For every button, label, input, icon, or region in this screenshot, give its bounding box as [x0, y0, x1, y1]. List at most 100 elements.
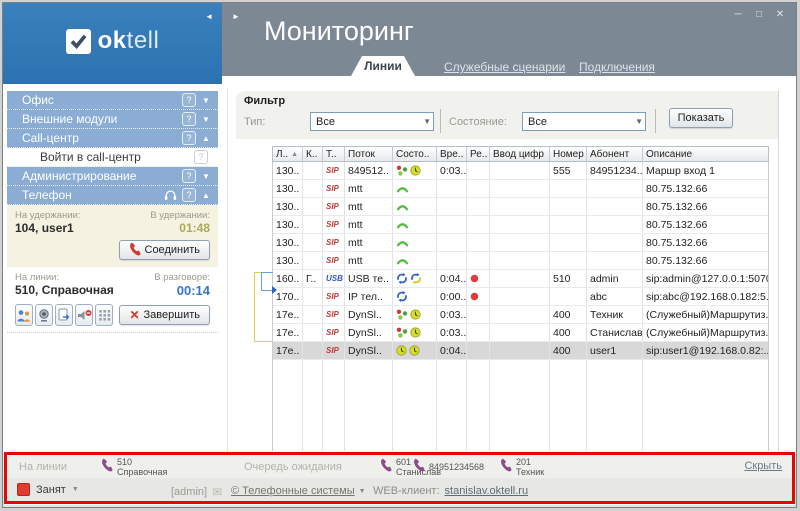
- chevron-down-icon: ▼: [72, 486, 79, 493]
- line-entry[interactable]: 510Справочная: [101, 458, 167, 478]
- help-icon[interactable]: ?: [182, 93, 196, 107]
- column-header[interactable]: К..: [303, 147, 323, 161]
- table-cell: [303, 216, 323, 233]
- type-select[interactable]: Все▼: [310, 112, 434, 131]
- table-cell: 130..: [273, 234, 303, 251]
- envelope-icon[interactable]: ✉: [212, 485, 222, 499]
- connect-button[interactable]: Соединить: [119, 240, 211, 260]
- table-cell: [490, 324, 550, 341]
- sip-badge: SIP: [326, 220, 339, 229]
- table-cell: Г..: [303, 270, 323, 287]
- tab-connections[interactable]: Подключения: [579, 60, 655, 74]
- mute-button[interactable]: [75, 304, 93, 326]
- conference-button[interactable]: [15, 304, 33, 326]
- table-row[interactable]: 17e..SIPDynSl..0:03..400Техник(Служебный…: [273, 306, 768, 324]
- state-select[interactable]: Все▼: [522, 112, 646, 131]
- sidebar-item[interactable]: Офис?▼: [7, 91, 218, 110]
- column-header[interactable]: Поток: [345, 147, 393, 161]
- end-call-button[interactable]: ✕ Завершить: [119, 305, 210, 325]
- queue-entry[interactable]: 84951234568: [413, 458, 484, 477]
- line-type-cell: SIP: [323, 234, 345, 251]
- table-cell: [303, 288, 323, 305]
- table-row[interactable]: 130..SIPmtt80.75.132.66: [273, 216, 768, 234]
- close-button[interactable]: ✕: [772, 8, 788, 22]
- table-cell: [303, 306, 323, 323]
- record-cell: [467, 162, 490, 179]
- column-header[interactable]: Номер: [550, 147, 587, 161]
- webcam-button[interactable]: [35, 304, 53, 326]
- keypad-button[interactable]: [95, 304, 113, 326]
- transfer-button[interactable]: [55, 304, 73, 326]
- hide-link[interactable]: Скрыть: [744, 460, 782, 472]
- table-cell: 17e..: [273, 306, 303, 323]
- sidebar-item[interactable]: Call-центр?▲: [7, 129, 218, 148]
- state-cell: [393, 288, 437, 305]
- column-header[interactable]: Ввод цифр: [490, 147, 550, 161]
- line-type-cell: SIP: [323, 324, 345, 341]
- hold-value: 104, user1: [15, 221, 74, 235]
- table-cell: [587, 234, 643, 251]
- table-row[interactable]: 160..Г..USBUSB те..0:04..510adminsip:adm…: [273, 270, 768, 288]
- empty-cell: [437, 360, 467, 451]
- sidebar-item[interactable]: Администрирование?▼: [7, 167, 218, 186]
- web-client-link[interactable]: stanislav.oktell.ru: [445, 485, 529, 497]
- help-icon[interactable]: ?: [182, 169, 196, 183]
- column-header[interactable]: Описание: [643, 147, 768, 161]
- help-icon[interactable]: ?: [182, 188, 196, 202]
- table-cell: 130..: [273, 198, 303, 215]
- state-cell: [393, 198, 437, 215]
- hold-section: На удержании: В удержании: 104, user1 01…: [7, 205, 218, 267]
- help-icon[interactable]: ?: [182, 131, 196, 145]
- tab-service-scenarios[interactable]: Служебные сценарии: [444, 60, 565, 74]
- show-button[interactable]: Показать: [669, 108, 733, 128]
- main-right-border: [778, 91, 779, 451]
- line-type-cell: SIP: [323, 252, 345, 269]
- collapse-right-icon[interactable]: ►: [232, 13, 240, 21]
- table-row[interactable]: 130..SIPmtt80.75.132.66: [273, 252, 768, 270]
- table-cell: [303, 162, 323, 179]
- table-cell: (Служебный)Маршрутиз..: [643, 324, 768, 341]
- table-row[interactable]: 130..SIPmtt80.75.132.66: [273, 198, 768, 216]
- table-empty-area: [273, 360, 768, 451]
- column-header[interactable]: Т..: [323, 147, 345, 161]
- table-row[interactable]: 170..SIPIP тел..0:00..abcsip:abc@192.168…: [273, 288, 768, 306]
- column-header[interactable]: Вре..: [437, 147, 467, 161]
- sidebar-item[interactable]: Телефон?▲: [7, 186, 218, 205]
- table-cell: [490, 216, 550, 233]
- table-cell: sip:abc@192.168.0.182:5..: [643, 288, 768, 305]
- table-row[interactable]: 17e..SIPDynSl..0:03..400Станислав(Служеб…: [273, 324, 768, 342]
- state-cell: [393, 270, 437, 287]
- table-row[interactable]: 17e..SIPDynSl..0:04..400user1sip:user1@1…: [273, 342, 768, 360]
- state-label: Состояние:: [449, 116, 507, 128]
- table-row[interactable]: 130..SIPmtt80.75.132.66: [273, 180, 768, 198]
- help-icon[interactable]: ?: [182, 112, 196, 126]
- column-header[interactable]: Ре..: [467, 147, 490, 161]
- record-cell: [467, 198, 490, 215]
- table-row[interactable]: 130..SIP849512..0:03..55584951234..Маршр…: [273, 162, 768, 180]
- record-cell: [467, 234, 490, 251]
- sidebar-subitem[interactable]: Войти в call-центр?: [7, 148, 218, 167]
- record-cell: [467, 180, 490, 197]
- table-cell: Станислав: [587, 324, 643, 341]
- tab-lines[interactable]: Линии: [351, 56, 415, 76]
- table-row[interactable]: 130..SIPmtt80.75.132.66: [273, 234, 768, 252]
- username: [admin]: [171, 486, 207, 498]
- column-header[interactable]: Л..▲: [273, 147, 303, 161]
- column-header[interactable]: Абонент: [587, 147, 643, 161]
- sidebar-item[interactable]: Внешние модули?▼: [7, 110, 218, 129]
- status-bar: Занят ▼ [admin] ✉ © Телефонные системы ▼…: [3, 478, 796, 501]
- state-route-icon: [396, 309, 408, 320]
- state-cell: [393, 180, 437, 197]
- phone-systems-link[interactable]: © Телефонные системы: [231, 485, 355, 497]
- minimize-button[interactable]: ─: [730, 8, 746, 22]
- empty-cell: [345, 360, 393, 451]
- queue-entry[interactable]: 201Техник: [500, 458, 544, 478]
- empty-cell: [273, 360, 303, 451]
- maximize-button[interactable]: □: [751, 8, 767, 22]
- collapse-left-icon[interactable]: ◄: [205, 13, 213, 21]
- table-cell: 0:03..: [437, 162, 467, 179]
- column-header[interactable]: Состо..: [393, 147, 437, 161]
- table-cell: 17e..: [273, 324, 303, 341]
- table-cell: USB те..: [345, 270, 393, 287]
- status-selector[interactable]: Занят ▼: [17, 483, 79, 496]
